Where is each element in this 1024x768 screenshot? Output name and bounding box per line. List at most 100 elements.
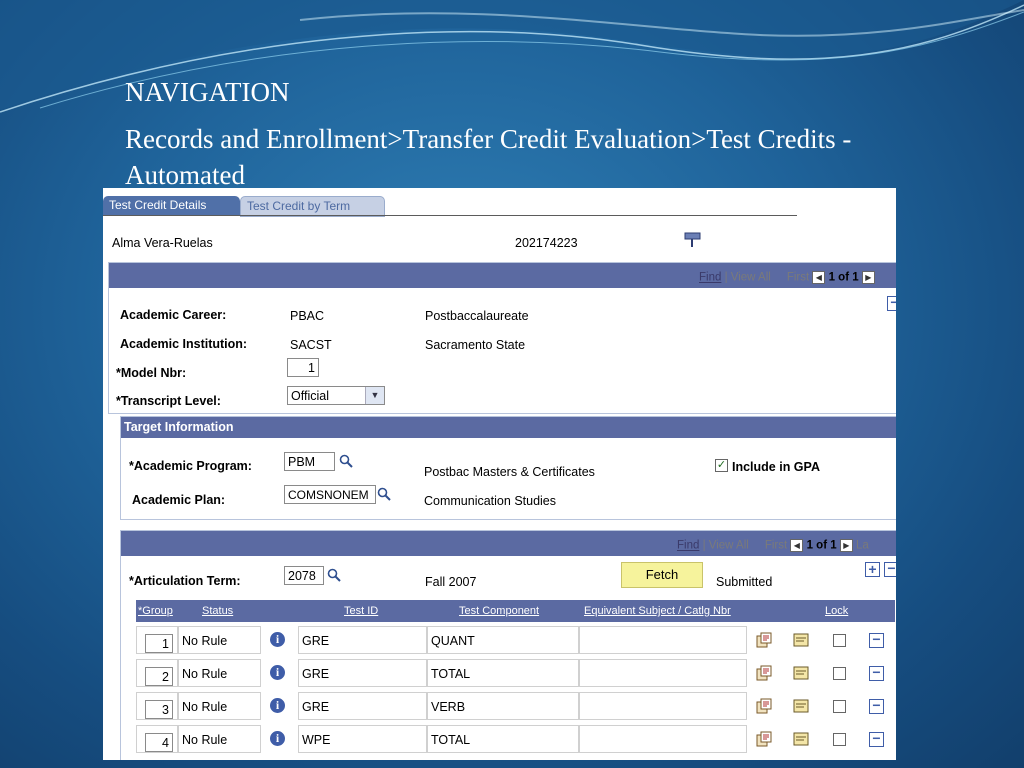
prev-arrow-icon-2[interactable]: ◀	[790, 539, 804, 552]
tab-test-credit-details[interactable]: Test Credit Details	[103, 196, 240, 215]
table-row: 3 No Rule i GRE VERB −	[136, 690, 895, 722]
include-in-gpa-checkbox[interactable]: ✓	[715, 459, 728, 472]
col-status-header[interactable]: Status	[202, 605, 233, 617]
lock-checkbox[interactable]	[833, 667, 846, 680]
equivalent-cell	[579, 725, 747, 753]
academic-career-label: Academic Career:	[120, 308, 227, 322]
group-input[interactable]: 3	[145, 700, 173, 719]
delete-row-icon[interactable]: −	[869, 731, 884, 747]
academic-institution-desc: Sacramento State	[425, 338, 526, 352]
academic-program-label: *Academic Program:	[129, 459, 252, 473]
tab-divider	[103, 215, 797, 216]
student-name: Alma Vera-Ruelas	[112, 236, 213, 250]
collapse-icon[interactable]: −	[887, 295, 896, 311]
equivalent-cell	[579, 692, 747, 720]
lock-checkbox[interactable]	[833, 700, 846, 713]
status-cell: No Rule	[178, 659, 261, 687]
delete-row-icon[interactable]: −	[869, 632, 884, 648]
col-group-header[interactable]: *Group	[138, 605, 173, 617]
table-row: 2 No Rule i GRE TOTAL −	[136, 657, 895, 689]
test-component-cell: TOTAL	[427, 659, 579, 687]
test-id-cell: WPE	[298, 725, 427, 753]
info-icon[interactable]: i	[270, 632, 285, 647]
status-cell: No Rule	[178, 692, 261, 720]
col-test-component-header[interactable]: Test Component	[459, 605, 539, 617]
test-component-cell: QUANT	[427, 626, 579, 654]
transcript-level-label: *Transcript Level:	[116, 394, 221, 408]
test-id-cell: GRE	[298, 659, 427, 687]
info-icon[interactable]: i	[270, 665, 285, 680]
academic-program-lookup-icon[interactable]	[339, 454, 353, 468]
comments-icon[interactable]	[793, 731, 809, 747]
view-all-link[interactable]: View All	[731, 272, 771, 284]
transcript-level-select[interactable]: Official ▼	[287, 386, 385, 405]
delete-row-icon[interactable]: −	[884, 561, 896, 577]
first-label-2: First	[764, 539, 788, 552]
test-id-cell: GRE	[298, 626, 427, 654]
comments-icon[interactable]	[793, 632, 809, 648]
test-component-cell: TOTAL	[427, 725, 579, 753]
chevron-down-icon[interactable]: ▼	[365, 387, 384, 404]
academic-plan-desc: Communication Studies	[424, 494, 557, 508]
equivalent-cell	[579, 626, 747, 654]
fetch-button[interactable]: Fetch	[621, 562, 703, 588]
student-id: 202174223	[515, 236, 578, 250]
academic-plan-label: Academic Plan:	[132, 493, 226, 507]
equivalent-course-icon[interactable]	[756, 632, 772, 648]
view-all-link-2[interactable]: View All	[709, 540, 749, 552]
delete-row-icon[interactable]: −	[869, 665, 884, 681]
group-cell: 4	[136, 725, 178, 753]
delete-row-icon[interactable]: −	[869, 698, 884, 714]
top-row-nav: Find | View All First ◀ 1 of 1 ▶	[699, 271, 875, 284]
group-cell: 2	[136, 659, 178, 687]
notepad-icon[interactable]	[683, 230, 703, 250]
academic-plan-lookup-icon[interactable]	[377, 487, 391, 501]
articulation-term-lookup-icon[interactable]	[327, 568, 341, 582]
group-cell: 3	[136, 692, 178, 720]
academic-institution-code: SACST	[290, 338, 332, 352]
group-input[interactable]: 4	[145, 733, 173, 752]
articulation-term-desc: Fall 2007	[425, 575, 477, 589]
slide-title: NAVIGATION	[125, 77, 290, 107]
equivalent-course-icon[interactable]	[756, 731, 772, 747]
lock-checkbox[interactable]	[833, 733, 846, 746]
info-icon[interactable]: i	[270, 731, 285, 746]
find-link-2[interactable]: Find	[677, 540, 699, 552]
status-cell: No Rule	[178, 725, 261, 753]
prev-arrow-icon[interactable]: ◀	[812, 271, 826, 284]
next-arrow-icon-2[interactable]: ▶	[839, 539, 853, 552]
col-lock-header[interactable]: Lock	[825, 605, 848, 617]
group-input[interactable]: 2	[145, 667, 173, 686]
col-equivalent-header[interactable]: Equivalent Subject / Catlg Nbr	[584, 605, 731, 617]
academic-plan-input[interactable]: COMSNONEM	[284, 485, 376, 504]
transcript-level-value: Official	[291, 389, 329, 403]
last-label: La	[856, 539, 869, 552]
next-arrow-icon[interactable]: ▶	[861, 271, 875, 284]
lock-checkbox[interactable]	[833, 634, 846, 647]
academic-career-desc: Postbaccalaureate	[425, 309, 529, 323]
equivalent-cell	[579, 659, 747, 687]
grid-header: *Group Status Test ID Test Component Equ…	[136, 600, 895, 622]
header-wave-decoration	[0, 0, 1024, 113]
model-nbr-input[interactable]: 1	[287, 358, 319, 377]
bottom-row-nav: Find | View All First ◀ 1 of 1 ▶ La	[677, 539, 869, 552]
table-row: 1 No Rule i GRE QUANT −	[136, 624, 895, 656]
group-input[interactable]: 1	[145, 634, 173, 653]
academic-career-code: PBAC	[290, 309, 325, 323]
row-count: 1 of 1	[828, 271, 859, 284]
slide-subtitle: Records and Enrollment>Transfer Credit E…	[125, 124, 852, 190]
tab-test-credit-by-term[interactable]: Test Credit by Term	[240, 196, 385, 217]
articulation-term-input[interactable]: 2078	[284, 566, 324, 585]
info-icon[interactable]: i	[270, 698, 285, 713]
academic-program-input[interactable]: PBM	[284, 452, 335, 471]
include-in-gpa-label: Include in GPA	[732, 460, 820, 474]
comments-icon[interactable]	[793, 698, 809, 714]
comments-icon[interactable]	[793, 665, 809, 681]
equivalent-course-icon[interactable]	[756, 665, 772, 681]
add-row-icon[interactable]: +	[865, 562, 880, 577]
equivalent-course-icon[interactable]	[756, 698, 772, 714]
test-id-cell: GRE	[298, 692, 427, 720]
find-link[interactable]: Find	[699, 272, 721, 284]
articulation-term-label: *Articulation Term:	[129, 574, 241, 588]
col-test-id-header[interactable]: Test ID	[344, 605, 378, 617]
